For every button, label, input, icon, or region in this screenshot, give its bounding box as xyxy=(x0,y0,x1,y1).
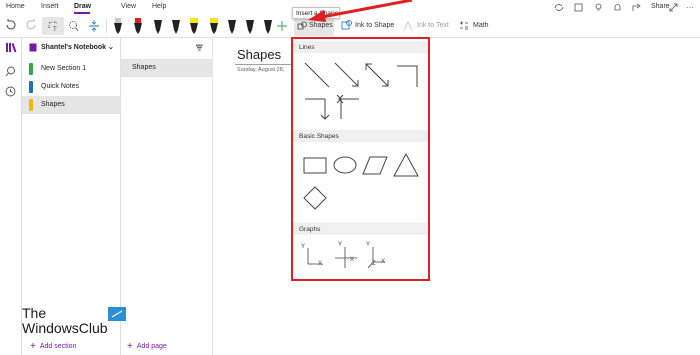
xy-axes-centered-shape[interactable] xyxy=(333,244,359,270)
page-item-label: Shapes xyxy=(132,64,156,71)
elbow-arrow-down-shape[interactable] xyxy=(303,95,331,123)
section-color-tab xyxy=(29,99,33,111)
parallelogram-shape[interactable] xyxy=(362,154,388,176)
group-label: Basic Shapes xyxy=(299,132,339,140)
lasso-select-button[interactable]: T xyxy=(42,17,64,35)
group-header-lines: Lines xyxy=(293,41,428,53)
ink-to-text-button: Ink to Text xyxy=(417,22,449,29)
axis-label-z: Z xyxy=(372,261,376,267)
share-icon[interactable] xyxy=(632,3,642,12)
section-label: New Section 1 xyxy=(41,65,87,72)
left-rail xyxy=(0,38,22,355)
add-page-button[interactable]: + Add page xyxy=(127,341,167,352)
lightbulb-icon[interactable] xyxy=(594,3,603,12)
tab-help[interactable]: Help xyxy=(152,3,166,10)
pages-pane: Shapes + Add page xyxy=(121,38,213,355)
highlighter-yellow-icon[interactable] xyxy=(188,17,200,35)
pen-green-icon[interactable] xyxy=(152,17,164,35)
lasso-icon[interactable] xyxy=(67,17,81,35)
axis-label-x: X xyxy=(381,259,386,265)
title-underline xyxy=(235,64,297,65)
axis-label-y: Y xyxy=(366,242,371,248)
group-header-graphs: Graphs xyxy=(293,223,428,235)
sync-icon[interactable] xyxy=(554,3,564,12)
axis-label-x: X xyxy=(350,257,355,263)
add-page-label: Add page xyxy=(136,343,167,350)
annotation-arrow-icon xyxy=(308,0,413,22)
plus-icon: + xyxy=(30,341,36,352)
search-icon[interactable] xyxy=(5,66,16,77)
tab-draw[interactable]: Draw xyxy=(74,3,91,10)
double-arrow-line-shape[interactable] xyxy=(363,61,391,89)
math-icon[interactable] xyxy=(458,17,470,35)
tab-insert[interactable]: Insert xyxy=(41,3,59,10)
highlighter-green-icon[interactable] xyxy=(208,17,220,35)
section-item-shapes[interactable]: Shapes xyxy=(22,96,121,114)
group-label: Lines xyxy=(299,43,315,51)
undo-icon[interactable] xyxy=(5,17,17,35)
section-item-quick-notes[interactable]: Quick Notes xyxy=(22,78,121,96)
section-label: Quick Notes xyxy=(41,83,80,90)
expand-icon[interactable] xyxy=(669,3,678,12)
notebooks-icon[interactable] xyxy=(5,42,17,53)
section-color-tab xyxy=(29,63,33,75)
add-section-button[interactable]: + Add section xyxy=(30,341,76,352)
share-button[interactable]: Share xyxy=(651,3,670,10)
watermark-line-1: The xyxy=(22,305,47,321)
arrow-line-shape[interactable] xyxy=(333,61,361,89)
notebook-name: Shantel's Notebook xyxy=(41,44,107,51)
bell-icon[interactable] xyxy=(613,3,622,12)
chevron-down-icon: ⌄ xyxy=(108,44,114,51)
pen-red-icon[interactable] xyxy=(132,17,144,35)
group-header-basic-shapes: Basic Shapes xyxy=(293,130,428,142)
tab-home[interactable]: Home xyxy=(6,3,25,10)
redo-icon xyxy=(26,19,36,30)
highlighter-pink-icon[interactable] xyxy=(226,17,238,35)
diamond-shape[interactable] xyxy=(302,185,328,211)
add-space-icon[interactable] xyxy=(87,17,101,35)
axis-label-y: Y xyxy=(338,242,343,248)
ellipse-shape[interactable] xyxy=(332,154,358,176)
windows-logo-icon xyxy=(108,307,126,321)
notebook-switcher[interactable]: Shantel's Notebook ⌄ xyxy=(41,43,114,51)
recent-icon[interactable] xyxy=(5,86,16,97)
toolbar-divider xyxy=(106,19,107,33)
more-options-icon[interactable]: ··· xyxy=(686,3,694,12)
section-label: Shapes xyxy=(41,101,65,108)
math-button[interactable]: Math xyxy=(473,22,489,29)
tab-view[interactable]: View xyxy=(121,3,136,10)
watermark-line-2: WindowsClub xyxy=(22,320,108,336)
pen-purple-icon[interactable] xyxy=(262,17,274,35)
pen-blue-icon[interactable] xyxy=(170,17,182,35)
elbow-arrow-corner-shape[interactable] xyxy=(333,95,361,123)
axis-label-x: X xyxy=(318,261,323,267)
triangle-shape[interactable] xyxy=(393,152,419,178)
section-item-new-section-1[interactable]: New Section 1 xyxy=(22,60,121,78)
lasso-select-icon: T xyxy=(48,21,58,33)
page-date: Sunday, August 28, xyxy=(237,67,285,73)
line-shape[interactable] xyxy=(303,61,331,89)
notebook-icon xyxy=(29,43,37,52)
shapes-dropdown: Lines Basic Shapes Graphs Y X Y X Y Z X xyxy=(291,37,430,281)
elbow-connector-shape[interactable] xyxy=(393,61,421,89)
notebook-icon[interactable] xyxy=(574,3,583,12)
group-label: Graphs xyxy=(299,225,321,233)
plus-icon: + xyxy=(127,341,133,352)
highlighter-blue-icon[interactable] xyxy=(244,17,256,35)
add-section-label: Add section xyxy=(39,343,77,350)
add-pen-icon[interactable] xyxy=(276,17,288,35)
page-item-shapes[interactable]: Shapes xyxy=(121,59,213,77)
axis-label-y: Y xyxy=(301,244,306,250)
page-title[interactable]: Shapes xyxy=(237,47,281,62)
svg-text:T: T xyxy=(53,27,57,33)
rectangle-shape[interactable] xyxy=(302,154,328,176)
pen-black-icon[interactable] xyxy=(112,17,124,35)
section-color-tab xyxy=(29,81,33,93)
